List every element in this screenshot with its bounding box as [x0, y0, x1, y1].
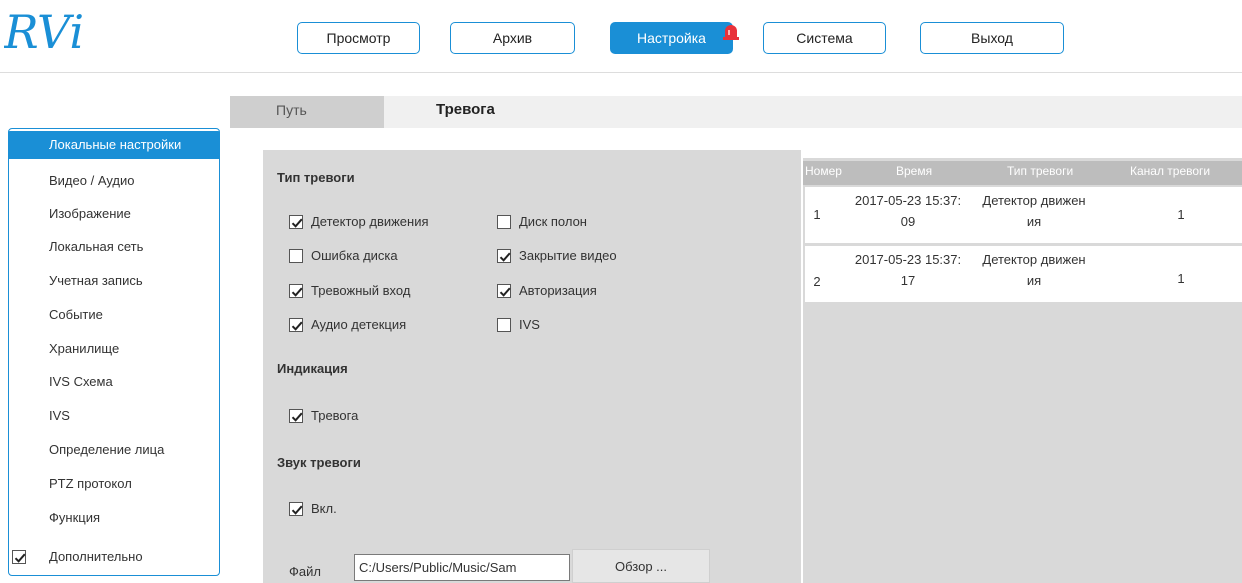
nav-view-button[interactable]: Просмотр [297, 22, 420, 54]
audio-detection-checkbox[interactable]: Аудио детекция [289, 317, 406, 332]
nav-system-button[interactable]: Система [763, 22, 886, 54]
row-channel: 1 [1177, 271, 1185, 286]
row-alarm-type: Детектор движен ия [982, 252, 1086, 288]
table-row[interactable]: 1 2017-05-23 15:37: 09 Детектор движен ия … [805, 187, 1242, 243]
checkmark-icon [291, 505, 303, 515]
alarm-input-label: Тревожный вход [311, 283, 411, 298]
column-number: Номер [805, 164, 842, 178]
checkmark-icon [291, 321, 303, 331]
advanced-checkbox[interactable] [12, 550, 34, 564]
row-alarm-type: Детектор движен ия [982, 193, 1086, 229]
sidebar-item-ivs[interactable]: IVS [9, 402, 219, 430]
sidebar-item-ivs-scheme[interactable]: IVS Схема [9, 368, 219, 396]
alarm-type-title: Тип тревоги [277, 170, 355, 185]
sidebar-item-local-network[interactable]: Локальная сеть [9, 233, 219, 261]
motion-detector-checkbox[interactable]: Детектор движения [289, 214, 429, 229]
sound-on-label: Вкл. [311, 501, 337, 516]
alarm-sound-title: Звук тревоги [277, 455, 361, 470]
authorization-checkbox[interactable]: Авторизация [497, 283, 597, 298]
disk-error-checkbox[interactable]: Ошибка диска [289, 248, 398, 263]
sound-file-input[interactable] [354, 554, 570, 581]
column-alarm-type: Тип тревоги [1007, 164, 1074, 178]
authorization-label: Авторизация [519, 283, 597, 298]
sidebar-item-account[interactable]: Учетная запись [9, 267, 219, 295]
nav-settings-button[interactable]: Настройка [610, 22, 733, 54]
ivs-checkbox[interactable]: IVS [497, 317, 540, 332]
sidebar-item-video-audio[interactable]: Видео / Аудио [9, 167, 219, 195]
alarm-input-checkbox[interactable]: Тревожный вход [289, 283, 410, 298]
sound-on-checkbox[interactable]: Вкл. [289, 501, 337, 516]
indication-alarm-checkbox[interactable]: Тревога [289, 408, 358, 423]
row-time: 2017-05-23 15:37: 09 [854, 193, 962, 229]
checkmark-icon [499, 287, 511, 297]
sidebar-item-function[interactable]: Функция [9, 504, 219, 532]
motion-detector-label: Детектор движения [311, 214, 429, 229]
alarm-siren-icon[interactable] [722, 22, 740, 40]
rvi-logo: RVi [4, 5, 84, 59]
file-label: Файл [289, 564, 321, 579]
checkmark-icon [14, 553, 26, 563]
row-number: 1 [813, 207, 821, 222]
indication-title: Индикация [277, 361, 348, 376]
checkmark-icon [499, 252, 511, 262]
logo-text: RVi [4, 5, 84, 59]
nav-exit-button[interactable]: Выход [920, 22, 1064, 54]
sidebar-item-face-detection[interactable]: Определение лица [9, 436, 219, 464]
table-row[interactable]: 2 2017-05-23 15:37: 17 Детектор движен ия … [805, 246, 1242, 302]
sidebar-item-storage[interactable]: Хранилище [9, 335, 219, 363]
column-alarm-channel: Канал тревоги [1130, 164, 1211, 178]
checkmark-icon [291, 412, 303, 422]
nav-archive-button[interactable]: Архив [450, 22, 575, 54]
tab-path[interactable]: Путь [230, 96, 384, 128]
browse-button[interactable]: Обзор ... [572, 549, 710, 583]
sidebar-item-local-settings[interactable]: Локальные настройки [9, 131, 219, 159]
audio-detection-label: Аудио детекция [311, 317, 407, 332]
sidebar-item-ptz-protocol[interactable]: PTZ протокол [9, 470, 219, 498]
video-tamper-checkbox[interactable]: Закрытие видео [497, 248, 617, 263]
indication-alarm-label: Тревога [311, 408, 359, 423]
header-divider [0, 72, 1242, 73]
disk-full-checkbox[interactable]: Диск полон [497, 214, 587, 229]
sidebar-item-event[interactable]: Событие [9, 301, 219, 329]
sidebar-item-image[interactable]: Изображение [9, 200, 219, 228]
settings-sidebar: Локальные настройки Видео / Аудио Изобра… [8, 128, 220, 576]
row-channel: 1 [1177, 207, 1185, 222]
row-time: 2017-05-23 15:37: 17 [854, 252, 962, 288]
checkmark-icon [291, 287, 303, 297]
ivs-label: IVS [519, 317, 540, 332]
tab-alarm[interactable]: Тревога [436, 96, 495, 128]
column-time: Время [896, 164, 933, 178]
sidebar-item-advanced-label: Дополнительно [49, 549, 143, 564]
video-tamper-label: Закрытие видео [519, 248, 617, 263]
disk-full-label: Диск полон [519, 214, 587, 229]
row-number: 2 [813, 274, 821, 289]
disk-error-label: Ошибка диска [311, 248, 398, 263]
checkmark-icon [291, 218, 303, 228]
sidebar-item-advanced[interactable]: Дополнительно [9, 543, 219, 571]
